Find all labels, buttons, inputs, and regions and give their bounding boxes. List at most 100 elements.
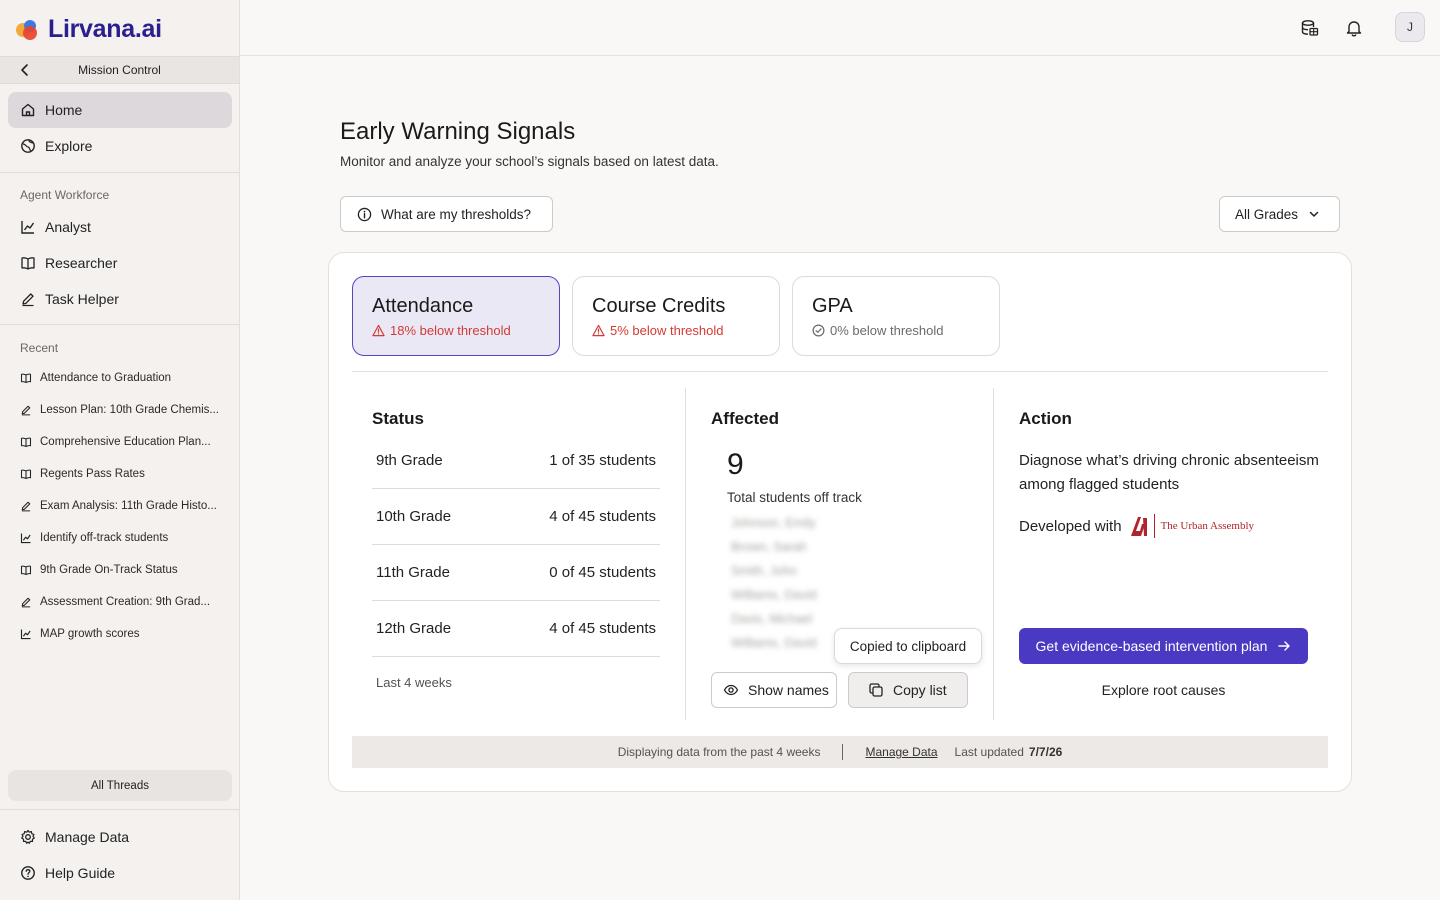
recent-thread-item[interactable]: Identify off-track students [20, 528, 226, 548]
bell-icon[interactable] [1344, 18, 1364, 38]
sidebar-divider [0, 172, 239, 173]
action-heading: Action [1019, 409, 1072, 428]
recent-thread-item[interactable]: Attendance to Graduation [20, 368, 226, 388]
section-recent: Recent [20, 341, 59, 355]
copy-list-label: Copy list [893, 682, 947, 698]
sidebar-item-label: Home [45, 102, 83, 118]
avatar[interactable]: J [1395, 12, 1425, 42]
grade-value: 4 of 45 students [549, 620, 656, 637]
grade-value: 0 of 45 students [549, 564, 656, 581]
book-icon [20, 469, 32, 480]
show-names-label: Show names [748, 682, 829, 698]
mission-control-title: Mission Control [78, 63, 161, 77]
all-threads-button[interactable]: All Threads [8, 770, 232, 801]
copy-list-button[interactable]: Copy list [848, 672, 968, 708]
chart-line-icon [20, 533, 31, 544]
student-name-blurred: Smith, John [731, 564, 798, 578]
sidebar-item-analyst[interactable]: Analyst [8, 209, 232, 245]
recent-thread-label: Identify off-track students [40, 532, 169, 544]
recent-thread-label: Assessment Creation: 9th Grad... [40, 596, 211, 608]
tab-attendance[interactable]: Attendance 18% below threshold [352, 276, 560, 356]
student-name-blurred: Brown, Sarah [731, 540, 807, 554]
sidebar-item-researcher[interactable]: Researcher [8, 245, 232, 281]
student-name-blurred: Johnson, Emily [731, 516, 816, 530]
tab-status: 0% below threshold [812, 323, 999, 338]
sidebar-item-manage-data[interactable]: Manage Data [8, 819, 232, 855]
developed-with-label: Developed with [1019, 517, 1122, 535]
book-icon [20, 373, 32, 384]
recent-thread-item[interactable]: Regents Pass Rates [20, 464, 226, 484]
sidebar-item-label: Researcher [45, 255, 118, 271]
sidebar-item-help-guide[interactable]: Help Guide [8, 855, 232, 891]
sidebar-divider [0, 324, 239, 325]
sidebar-item-label: Manage Data [45, 829, 130, 845]
pencil-icon [21, 405, 31, 416]
recent-thread-item[interactable]: Exam Analysis: 11th Grade Histo... [20, 496, 226, 516]
student-name-blurred: Williams, David [731, 636, 817, 650]
check-circle-icon [812, 324, 825, 337]
urban-assembly-mark-icon [1130, 517, 1147, 536]
tab-title: Attendance [372, 295, 474, 317]
chevron-left-icon[interactable] [18, 63, 32, 77]
sidebar-item-label: Explore [45, 138, 93, 154]
affected-heading: Affected [711, 409, 780, 428]
sidebar-item-task-helper[interactable]: Task Helper [8, 281, 232, 317]
logo-mark-icon [16, 20, 37, 40]
pencil-icon [21, 597, 31, 608]
top-bar [240, 0, 1440, 56]
chart-line-icon [20, 629, 31, 640]
affected-count: 9 [727, 448, 744, 481]
tab-title: Course Credits [592, 295, 726, 317]
sidebar-item-home[interactable]: Home [8, 92, 232, 128]
grade-label: 12th Grade [376, 620, 452, 637]
grade-value: 1 of 35 students [549, 452, 656, 469]
recent-thread-item[interactable]: MAP growth scores [20, 624, 226, 644]
tab-gpa[interactable]: GPA 0% below threshold [792, 276, 1000, 356]
explore-root-causes-link[interactable]: Explore root causes [1019, 682, 1308, 698]
grade-filter-select[interactable]: All Grades [1219, 196, 1340, 232]
recent-thread-item[interactable]: Comprehensive Education Plan... [20, 432, 226, 452]
copy-icon [869, 683, 883, 697]
chevron-down-icon [1309, 211, 1319, 217]
status-period: Last 4 weeks [376, 675, 452, 690]
sidebar-divider [0, 809, 239, 810]
action-description: Diagnose what’s driving chronic absentee… [1019, 452, 1319, 493]
tab-status: 18% below threshold [372, 323, 559, 338]
status-heading: Status [372, 409, 424, 428]
recent-thread-item[interactable]: Lesson Plan: 10th Grade Chemis... [20, 400, 226, 420]
tab-title: GPA [812, 295, 853, 317]
recent-thread-label: Exam Analysis: 11th Grade Histo... [40, 500, 217, 512]
recent-thread-label: Comprehensive Education Plan... [40, 436, 211, 448]
last-updated-value: 7/7/26 [1028, 745, 1063, 759]
grade-label: 10th Grade [376, 508, 452, 525]
partner-name: The Urban Assembly [1153, 514, 1254, 538]
tab-course-credits[interactable]: Course Credits 5% below threshold [572, 276, 780, 356]
column-divider [685, 388, 686, 720]
data-footer: Displaying data from the past 4 weeks Ma… [352, 736, 1328, 768]
logo[interactable]: Lirvana.ai [14, 14, 162, 44]
tab-status-text: 0% below threshold [830, 323, 944, 338]
tab-status-text: 18% below threshold [390, 323, 511, 338]
sidebar-item-label: Task Helper [45, 291, 119, 307]
last-updated-label: Last updated [954, 745, 1024, 759]
student-name-blurred: Williams, David [731, 588, 817, 602]
sidebar-item-label: Help Guide [45, 865, 116, 881]
info-icon [357, 207, 372, 221]
database-icon[interactable] [1300, 18, 1320, 38]
thresholds-button-label: What are my thresholds? [381, 206, 532, 222]
recent-thread-label: MAP growth scores [40, 628, 140, 640]
table-row: 10th Grade 4 of 45 students [372, 489, 660, 545]
recent-thread-item[interactable]: Assessment Creation: 9th Grad... [20, 592, 226, 612]
thresholds-button[interactable]: What are my thresholds? [340, 196, 553, 232]
sidebar-item-explore[interactable]: Explore [8, 128, 232, 164]
recent-thread-label: 9th Grade On-Track Status [40, 564, 178, 576]
gear-icon [21, 829, 35, 844]
table-row: 12th Grade 4 of 45 students [372, 601, 660, 657]
chart-line-icon [21, 221, 35, 234]
get-intervention-plan-button[interactable]: Get evidence-based intervention plan [1019, 628, 1308, 664]
table-row: 11th Grade 0 of 45 students [372, 545, 660, 601]
recent-thread-item[interactable]: 9th Grade On-Track Status [20, 560, 226, 580]
manage-data-link[interactable]: Manage Data [865, 745, 937, 759]
show-names-button[interactable]: Show names [711, 672, 837, 708]
mission-control-header: Mission Control [0, 56, 239, 84]
